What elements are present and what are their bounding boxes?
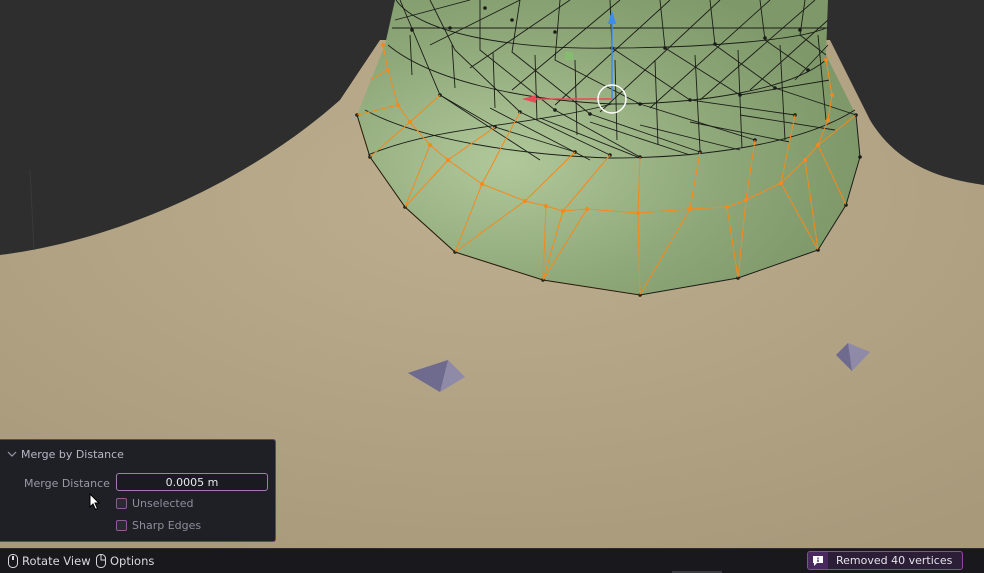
- operator-title: Merge by Distance: [21, 447, 124, 461]
- chevron-down-icon: [7, 451, 17, 457]
- merge-distance-label: Merge Distance: [24, 477, 110, 490]
- options-hint: Options: [96, 549, 154, 573]
- options-label: Options: [110, 554, 155, 568]
- report-text: Removed 40 vertices: [836, 554, 953, 567]
- unselected-label: Unselected: [132, 497, 194, 510]
- operator-panel: Merge by Distance Merge Distance 0.0005 …: [0, 439, 276, 542]
- rotate-view-label: Rotate View: [22, 554, 91, 568]
- operator-panel-header[interactable]: Merge by Distance: [6, 446, 124, 462]
- status-bar: Rotate View Options Removed 40 vertices: [0, 548, 984, 573]
- unselected-option[interactable]: Unselected: [116, 497, 193, 510]
- sharp-edges-option[interactable]: Sharp Edges: [116, 519, 201, 532]
- report-message[interactable]: Removed 40 vertices: [807, 551, 963, 570]
- mouse-middle-icon: [8, 554, 18, 568]
- rotate-view-hint: Rotate View: [8, 549, 91, 573]
- merge-distance-field[interactable]: 0.0005 m: [116, 473, 268, 491]
- sharp-edges-checkbox[interactable]: [116, 520, 127, 531]
- mouse-right-icon: [96, 554, 106, 568]
- mouse-cursor-icon: [89, 493, 101, 511]
- sharp-edges-label: Sharp Edges: [132, 519, 202, 532]
- unselected-checkbox[interactable]: [116, 498, 127, 509]
- info-icon: [808, 552, 828, 569]
